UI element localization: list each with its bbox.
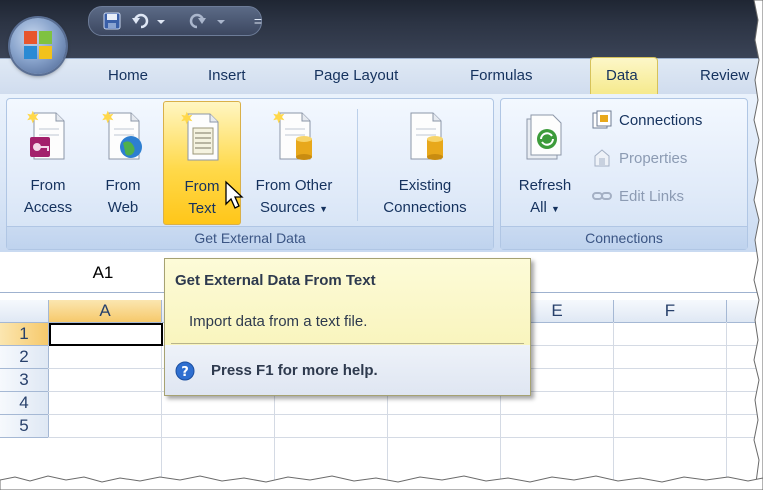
tooltip-help-text: Press F1 for more help. [211,362,378,379]
properties-label: Properties [619,149,688,167]
office-logo-icon [24,31,52,59]
existing-connections-button[interactable]: Existing Connections [365,101,485,223]
torn-edge [0,475,763,490]
properties-button[interactable]: Properties [591,145,687,171]
web-globe-icon [102,110,142,160]
tab-formulas[interactable]: Formulas [470,67,533,84]
refresh-all-label-2: All ▼ [505,199,585,216]
text-file-icon [181,111,219,161]
tooltip-divider [171,343,524,344]
from-other-sources-label-1: From Other [255,177,333,194]
row-header-2[interactable]: 2 [0,346,49,369]
existing-connections-icon [410,112,443,160]
customize-qat-button[interactable]: = [251,11,265,31]
office-button[interactable] [10,18,66,74]
from-other-sources-label-2: Sources ▼ [241,199,347,216]
edit-links-label: Edit Links [619,187,685,205]
quick-access-toolbar: = [88,6,262,36]
connections-label: Connections [619,111,703,129]
tab-home[interactable]: Home [108,67,148,84]
grid-line [161,322,162,490]
grid-line [613,322,614,490]
refresh-all-button[interactable]: Refresh All ▼ [505,101,585,223]
group-connections: Refresh All ▼ Connections Properties Edi… [500,98,748,250]
tab-data-label: Data [606,67,638,84]
access-database-icon [27,110,65,160]
refresh-icon [526,114,562,160]
save-icon[interactable] [101,11,123,31]
undo-icon[interactable] [129,11,169,31]
from-access-label-1: From [30,177,66,194]
from-web-label-2: Web [107,199,139,216]
tab-review[interactable]: Review [700,67,749,84]
column-header-f[interactable]: F [614,300,727,323]
connections-button[interactable]: Connections [591,107,702,133]
refresh-all-label-1: Refresh [518,177,572,194]
connections-icon [591,110,613,130]
from-web-button[interactable]: From Web [91,101,155,223]
row-header-5[interactable]: 5 [0,415,49,438]
tooltip-help-area: ? Press F1 for more help. [165,345,530,395]
from-web-label-1: From [105,177,141,194]
redo-icon[interactable] [185,11,229,31]
tooltip-description: Import data from a text file. [189,313,368,330]
from-access-label-2: Access [23,199,73,216]
active-cell-a1[interactable] [49,323,163,346]
ribbon: From Access From Web From Text From Othe… [0,94,763,253]
ribbon-tabs: Home Insert Page Layout Formulas Data Re… [0,57,763,96]
from-access-button[interactable]: From Access [17,101,79,223]
row-header-3[interactable]: 3 [0,369,49,392]
group-get-external-data: From Access From Web From Text From Othe… [6,98,494,250]
svg-text:?: ? [181,365,189,380]
edit-links-button[interactable]: Edit Links [591,183,684,209]
row-header-1[interactable]: 1 [0,323,49,346]
tooltip-title: Get External Data From Text [175,272,376,289]
grid-line [726,322,727,490]
existing-connections-label-2: Connections [383,199,467,216]
dropdown-arrow-icon: ▼ [550,204,560,214]
refresh-all-text: All [530,199,547,216]
from-other-sources-text: Sources [259,199,315,216]
mouse-cursor-icon [225,180,244,209]
row-header-4[interactable]: 4 [0,392,49,415]
properties-icon [591,148,613,168]
column-header-a[interactable]: A [49,300,162,323]
group-label-get-external-data: Get External Data [7,226,493,249]
grid-line [48,437,763,438]
dropdown-arrow-icon: ▼ [319,204,329,214]
chain-link-icon [591,186,613,206]
tab-insert[interactable]: Insert [208,67,246,84]
from-other-sources-button[interactable]: From Other Sources ▼ [241,101,347,223]
existing-connections-label-1: Existing [398,177,452,194]
tab-data[interactable]: Data [590,57,658,96]
group-separator [357,109,358,221]
torn-edge-right [753,0,763,490]
tooltip: Get External Data From Text Import data … [164,258,531,396]
other-sources-database-icon [273,110,312,160]
select-all-corner[interactable] [0,300,49,323]
group-label-connections: Connections [501,226,747,249]
excel-window: = Home Insert Page Layout Formulas Data … [0,0,763,490]
tab-page-layout[interactable]: Page Layout [314,67,398,84]
help-icon: ? [175,361,195,381]
grid-line [48,414,763,415]
title-bar: = [0,0,763,58]
